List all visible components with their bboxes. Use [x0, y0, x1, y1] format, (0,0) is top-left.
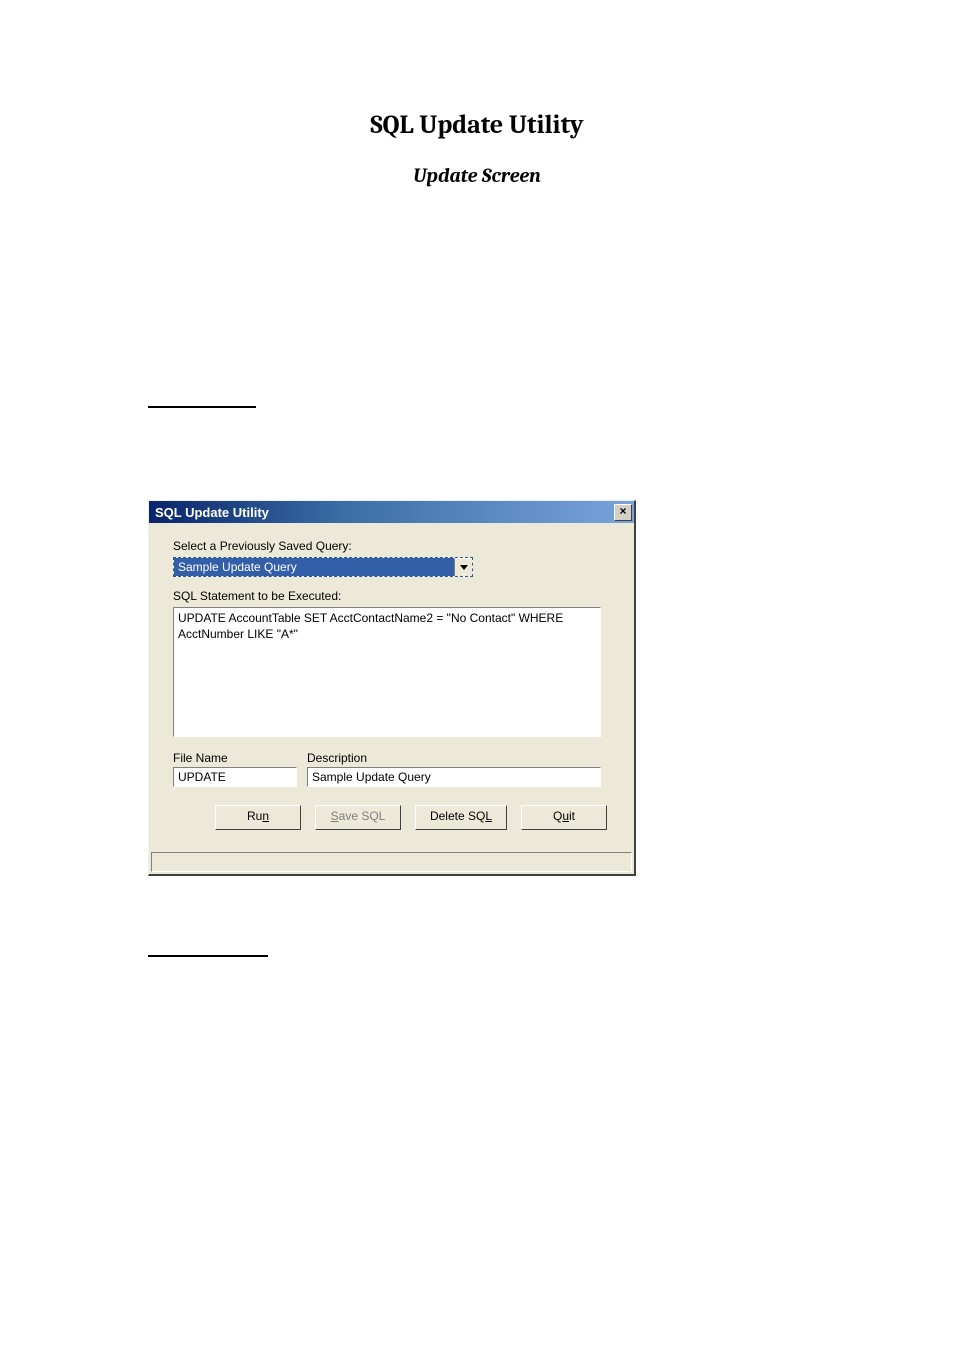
filename-label: File Name — [173, 751, 307, 765]
status-bar — [151, 852, 632, 872]
dialog-window: SQL Update Utility × Select a Previously… — [148, 500, 636, 876]
delete-sql-button[interactable]: Delete SQL — [415, 805, 507, 830]
filename-input[interactable]: UPDATE — [173, 767, 297, 787]
chevron-down-icon — [460, 565, 468, 570]
saved-query-label: Select a Previously Saved Query: — [173, 539, 618, 553]
description-input[interactable]: Sample Update Query — [307, 767, 601, 787]
sql-statement-textarea[interactable]: UPDATE AccountTable SET AcctContactName2… — [173, 607, 601, 737]
description-label: Description — [307, 751, 618, 765]
dialog-client-area: Select a Previously Saved Query: Sample … — [149, 523, 634, 852]
page-subtitle: Update Screen — [0, 164, 954, 187]
run-button[interactable]: Run — [215, 805, 301, 830]
sql-statement-label: SQL Statement to be Executed: — [173, 589, 618, 603]
button-row: Run Save SQL Delete SQL Quit — [215, 805, 618, 830]
title-bar: SQL Update Utility × — [149, 501, 634, 523]
close-button[interactable]: × — [614, 504, 632, 521]
page-title: SQL Update Utility — [0, 110, 954, 140]
save-sql-button: Save SQL — [315, 805, 401, 830]
quit-button[interactable]: Quit — [521, 805, 607, 830]
saved-query-value: Sample Update Query — [174, 558, 454, 576]
close-icon: × — [619, 504, 626, 518]
horizontal-rule — [148, 406, 256, 408]
horizontal-rule — [148, 955, 268, 957]
combobox-dropdown-button[interactable] — [454, 558, 472, 576]
window-title: SQL Update Utility — [155, 505, 269, 520]
saved-query-combobox[interactable]: Sample Update Query — [173, 557, 473, 577]
